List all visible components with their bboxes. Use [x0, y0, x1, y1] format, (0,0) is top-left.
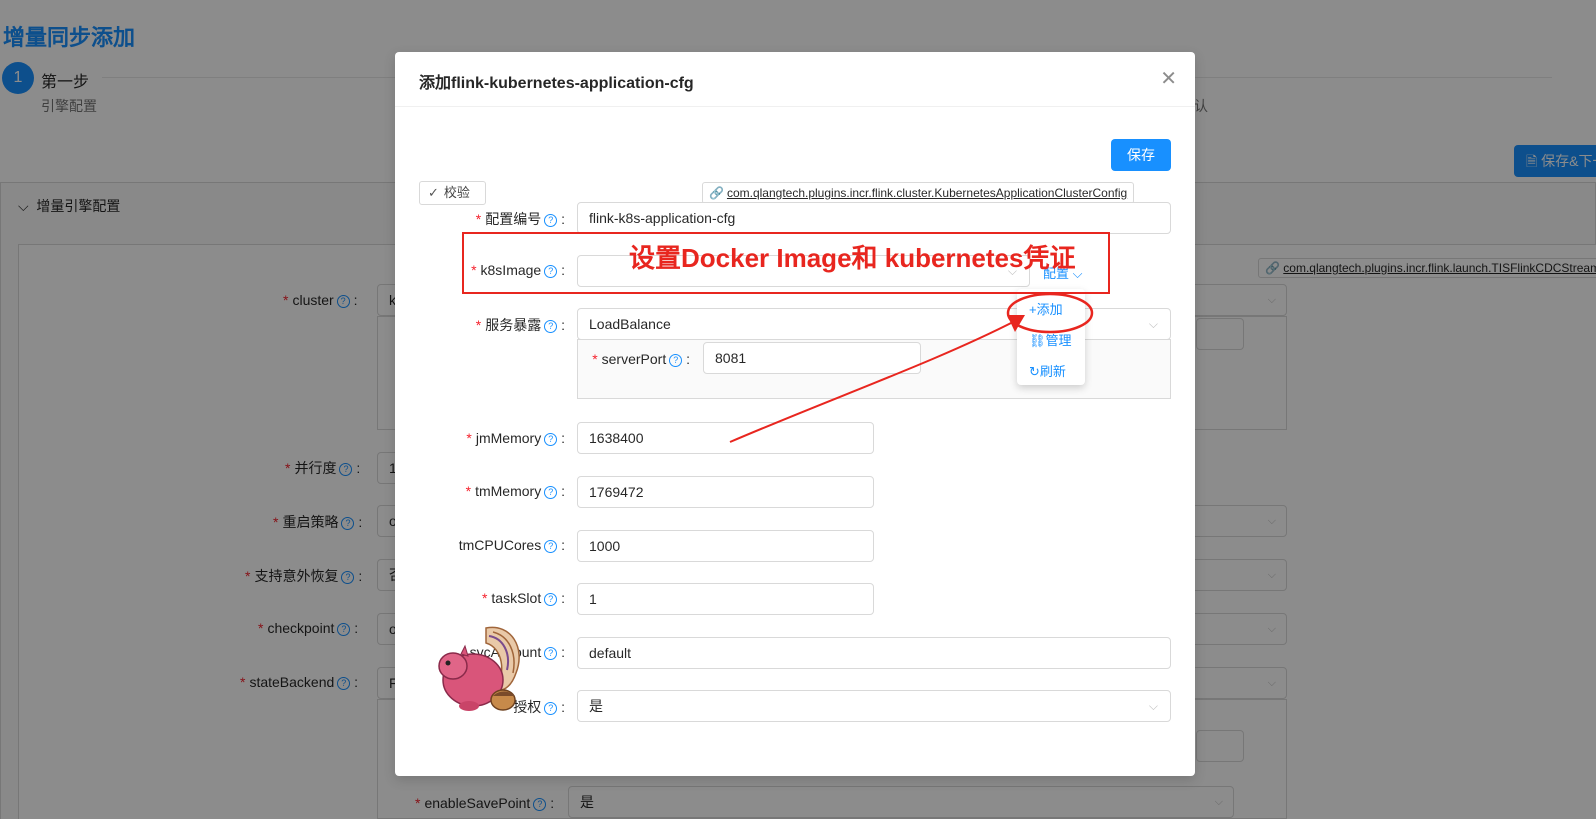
config-modal: 添加flink-kubernetes-application-cfg ✕ 保存 …	[395, 52, 1195, 776]
flink-squirrel-logo	[438, 626, 520, 711]
